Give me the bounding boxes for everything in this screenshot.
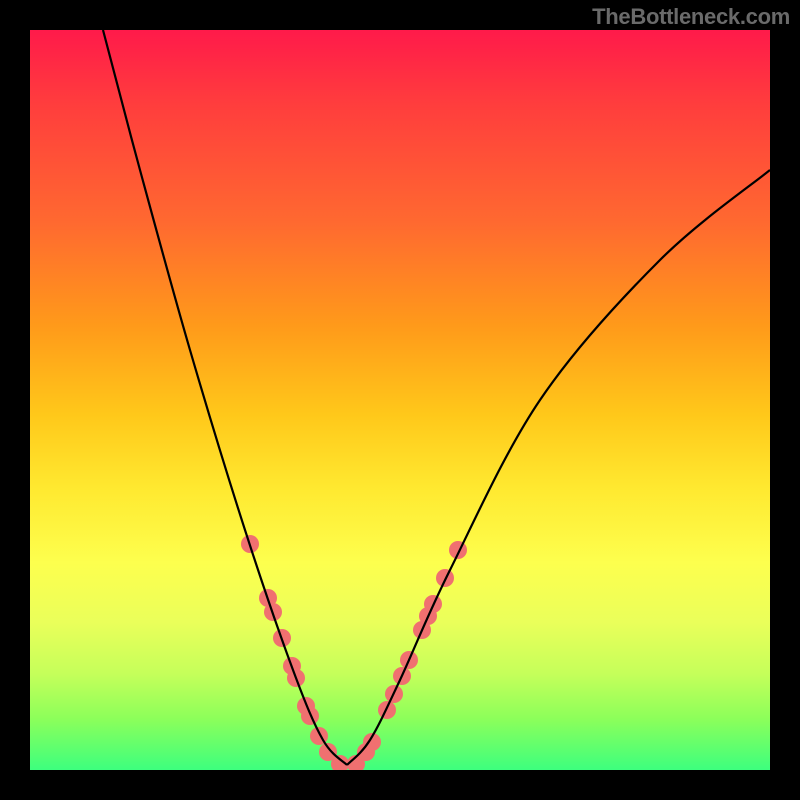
marker-dot: [449, 541, 467, 559]
marker-dot: [301, 707, 319, 725]
marker-dots: [241, 535, 467, 770]
plot-area: [30, 30, 770, 770]
chart-frame: TheBottleneck.com: [0, 0, 800, 800]
watermark-text: TheBottleneck.com: [592, 4, 790, 30]
curve-left: [103, 30, 347, 765]
curve-layer: [30, 30, 770, 770]
